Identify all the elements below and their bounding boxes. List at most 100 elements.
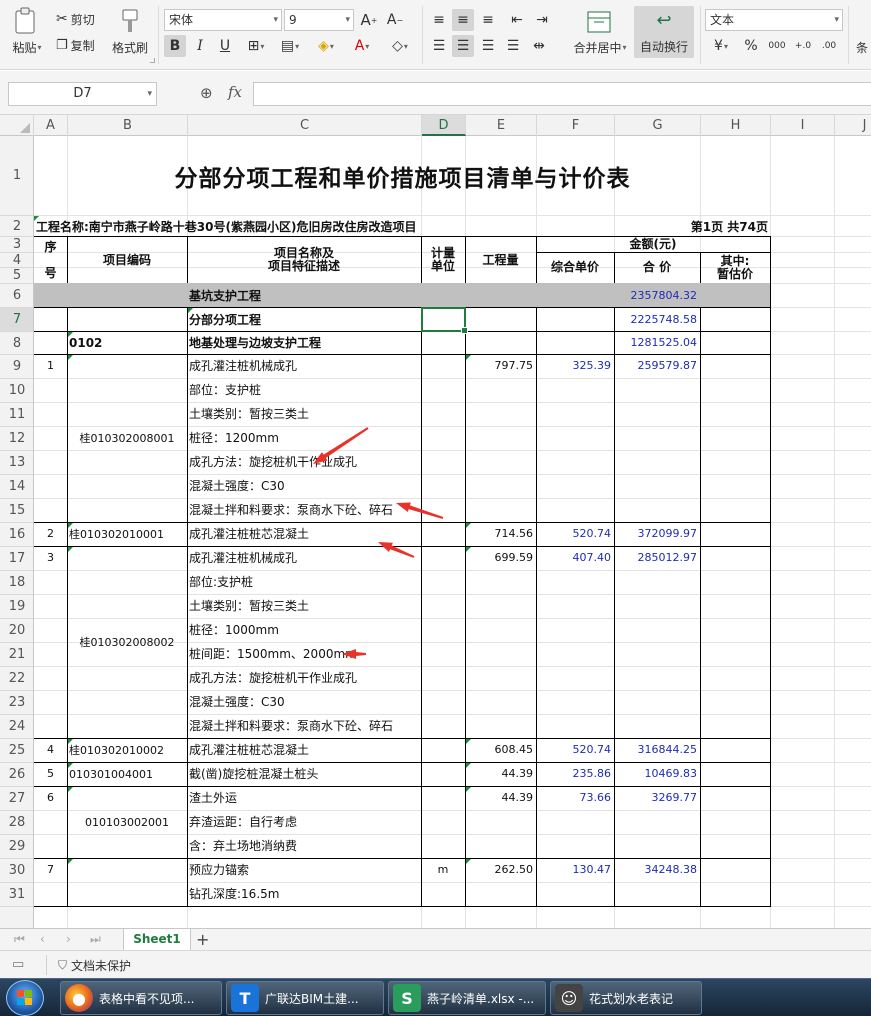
- column-header-g[interactable]: G: [615, 115, 701, 136]
- row-header-26[interactable]: 26: [0, 763, 33, 787]
- item-code[interactable]: 010103002001: [67, 786, 188, 859]
- item-estimate[interactable]: [700, 786, 771, 859]
- row-header-24[interactable]: 24: [0, 715, 33, 739]
- section-total[interactable]: 2357804.32: [614, 283, 701, 308]
- cell[interactable]: [700, 331, 771, 355]
- item-unit[interactable]: m: [421, 858, 466, 907]
- underline-icon[interactable]: U: [214, 35, 236, 57]
- fill-color-icon[interactable]: ◈ ▾: [312, 35, 340, 57]
- row-header-23[interactable]: 23: [0, 691, 33, 715]
- cell[interactable]: [67, 307, 188, 332]
- taskbar-item-4[interactable]: ☺ 花式划水老表记: [550, 981, 702, 1015]
- item-total[interactable]: 372099.97: [614, 522, 701, 547]
- font-grow-icon[interactable]: A +: [358, 9, 380, 31]
- item-total[interactable]: 10469.83: [614, 762, 701, 787]
- column-header-f[interactable]: F: [537, 115, 615, 136]
- currency-icon[interactable]: ¥ ▾: [706, 35, 736, 57]
- macro-icon[interactable]: ▭: [12, 957, 24, 972]
- item-unit[interactable]: [421, 354, 466, 523]
- row-header-1[interactable]: 1: [0, 136, 33, 216]
- row-header-5[interactable]: 5: [0, 268, 33, 284]
- column-header-i[interactable]: I: [771, 115, 835, 136]
- item-estimate[interactable]: [700, 858, 771, 907]
- name-box[interactable]: D7 ▾: [8, 82, 157, 106]
- row-header-22[interactable]: 22: [0, 667, 33, 691]
- item-unit[interactable]: [421, 738, 466, 763]
- item-description[interactable]: 成孔灌注桩桩芯混凝土: [187, 522, 422, 547]
- row-header-25[interactable]: 25: [0, 739, 33, 763]
- row-header-12[interactable]: 12: [0, 427, 33, 451]
- row-header-3[interactable]: 3: [0, 237, 33, 253]
- item-qty[interactable]: 608.45: [465, 738, 537, 763]
- item-total[interactable]: 34248.38: [614, 858, 701, 907]
- windows-start-icon[interactable]: [6, 980, 44, 1016]
- add-sheet-icon[interactable]: +: [196, 930, 209, 949]
- item-total[interactable]: 285012.97: [614, 546, 701, 739]
- row-header-30[interactable]: 30: [0, 859, 33, 883]
- header-unit-price[interactable]: 综合单价: [536, 252, 615, 284]
- cell[interactable]: [700, 307, 771, 332]
- decrease-decimal-icon[interactable]: .00: [818, 35, 840, 57]
- header-seq[interactable]: 序 号: [34, 236, 68, 284]
- row-header-9[interactable]: 9: [0, 355, 33, 379]
- row-header-19[interactable]: 19: [0, 595, 33, 619]
- item-total[interactable]: 3269.77: [614, 786, 701, 859]
- item-seq[interactable]: 1: [34, 354, 68, 523]
- column-header-e[interactable]: E: [466, 115, 537, 136]
- section-cell[interactable]: [536, 283, 615, 308]
- header-total[interactable]: 合 价: [614, 252, 701, 284]
- prev-sheet-icon[interactable]: ‹: [40, 932, 45, 946]
- cut-button[interactable]: ✂ 剪切: [56, 10, 95, 28]
- auto-wrap-button[interactable]: ↩ 自动换行: [634, 6, 694, 58]
- item-description[interactable]: 渣土外运 弃渣运距：自行考虑 含：弃土场地消纳费: [187, 786, 422, 859]
- row-header-27[interactable]: 27: [0, 787, 33, 811]
- select-all-corner[interactable]: [0, 115, 34, 136]
- item-unit[interactable]: [421, 762, 466, 787]
- paste-button[interactable]: 粘贴 ▾: [6, 38, 48, 56]
- align-middle-icon[interactable]: ≡: [452, 9, 474, 31]
- number-format-select[interactable]: 文本 ▾: [705, 9, 843, 31]
- percent-icon[interactable]: %: [740, 35, 762, 57]
- column-header-a[interactable]: A: [34, 115, 68, 136]
- paste-icon[interactable]: [6, 6, 46, 36]
- merge-center-button[interactable]: 合并居中 ▾: [568, 38, 632, 56]
- align-right-icon[interactable]: ☰: [477, 35, 499, 57]
- item-unit-price[interactable]: 325.39: [536, 354, 615, 523]
- item-seq[interactable]: 4: [34, 738, 68, 763]
- font-color-icon[interactable]: A ▾: [348, 35, 376, 57]
- next-sheet-icon[interactable]: ›: [66, 932, 71, 946]
- section-cell[interactable]: [67, 283, 188, 308]
- row-header-7[interactable]: 7: [0, 308, 33, 332]
- row-header-6[interactable]: 6: [0, 284, 33, 308]
- item-unit-price[interactable]: 407.40: [536, 546, 615, 739]
- item-seq[interactable]: 5: [34, 762, 68, 787]
- header-unit[interactable]: 计量 单位: [421, 236, 466, 284]
- item-unit[interactable]: [421, 522, 466, 547]
- row-header-13[interactable]: 13: [0, 451, 33, 475]
- format-painter-button[interactable]: 格式刷: [108, 38, 152, 56]
- item-code[interactable]: 桂010302010001: [67, 522, 188, 547]
- row-header-20[interactable]: 20: [0, 619, 33, 643]
- format-painter-icon[interactable]: [112, 6, 148, 36]
- border-icon[interactable]: ⊞ ▾: [242, 35, 270, 57]
- item-seq[interactable]: 2: [34, 522, 68, 547]
- conditional-format-button[interactable]: 条: [856, 38, 868, 56]
- item-estimate[interactable]: [700, 738, 771, 763]
- item-unit[interactable]: [421, 546, 466, 739]
- section-total[interactable]: 1281525.04: [614, 331, 701, 355]
- item-unit-price[interactable]: 520.74: [536, 522, 615, 547]
- row-header-14[interactable]: 14: [0, 475, 33, 499]
- cell[interactable]: [34, 331, 68, 355]
- item-seq[interactable]: 7: [34, 858, 68, 907]
- item-qty[interactable]: 262.50: [465, 858, 537, 907]
- item-code[interactable]: 桂010302008001: [67, 354, 188, 523]
- page-indicator[interactable]: 第1页 共74页: [615, 216, 771, 237]
- section-cell[interactable]: [700, 283, 771, 308]
- item-code[interactable]: 桂010302010002: [67, 738, 188, 763]
- item-total[interactable]: 316844.25: [614, 738, 701, 763]
- item-code[interactable]: 010301004001: [67, 762, 188, 787]
- cell[interactable]: [465, 331, 537, 355]
- section-cell[interactable]: [421, 283, 466, 308]
- row-header-31[interactable]: 31: [0, 883, 33, 907]
- section-total[interactable]: 2225748.58: [614, 307, 701, 332]
